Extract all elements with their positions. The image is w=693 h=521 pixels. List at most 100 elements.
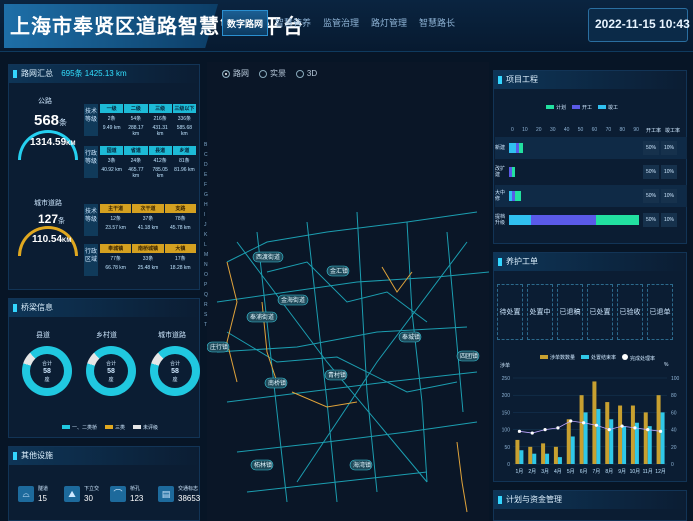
mode-road-network[interactable]: 路网 (222, 68, 249, 79)
table-cell: 412条 (153, 158, 167, 164)
tick-label: 70 (605, 127, 612, 133)
tab-smart-maintenance[interactable]: 智慧管养 (270, 10, 316, 36)
x-tick-label: 7月 (593, 469, 601, 475)
table-cell: 66.78 km (105, 265, 126, 271)
facilities-title: 其他设施 (9, 447, 199, 465)
facility-item: ▤ 交通标志 38653 (158, 484, 208, 504)
highway-tech-label: 技术等级 (84, 104, 98, 136)
road-summary-count: 695条 1425.13 km (61, 69, 127, 78)
table-cell: 336条 (177, 116, 192, 122)
orders-legend: 涉单数数量 处置结束率 完成处理率 (540, 354, 655, 362)
donut-unit: 座 (44, 377, 50, 383)
table-cell: 785.05 km (152, 167, 168, 179)
facility-label: 下立交 (84, 486, 100, 492)
table-cell: 37条 (142, 216, 154, 222)
tab-digital-road[interactable]: 数字路网 (222, 10, 268, 36)
y-tick-label: 250 (502, 376, 511, 382)
highway-label: 公路 (38, 98, 52, 105)
legend-label: 处置结束率 (591, 355, 617, 361)
tick-label: 20 (536, 127, 542, 133)
table-head: 县道 (148, 146, 172, 155)
highway-km-value: 1314.59 (30, 137, 67, 148)
orders-chart: 0 50 100 150 200 250 0 20 40 60 80 100 1月 2月 3月 4月 5月 6月 7… (502, 376, 680, 475)
col-head: 竣工率 (665, 128, 681, 134)
map-label: 四团镇 (460, 352, 478, 360)
legend-label: 三类 (115, 425, 126, 431)
donut-value: 58 (107, 368, 115, 375)
row-label: 提档升级 (495, 214, 506, 226)
status-handled[interactable]: 已处置 (587, 284, 613, 340)
done-rate: 10% (661, 141, 677, 155)
mode-label: 3D (306, 69, 318, 78)
mode-3d[interactable]: 3D (295, 69, 318, 78)
highway-admin-label: 行政等级 (84, 146, 98, 178)
done-rate: 10% (661, 189, 677, 203)
city-km: 110.54KM (32, 234, 71, 245)
road-network-svg[interactable]: 西渡街道 金汇镇 金海街道 青村镇 柘林镇 海湾镇 庄行镇 奉城镇 四团镇 南桥… (207, 62, 489, 521)
grid-letter: Q (204, 292, 208, 298)
x-tick-label: 10月 (630, 469, 641, 475)
map-label: 奉城镇 (402, 333, 420, 341)
grid-letter: O (204, 272, 208, 278)
tab-streetlight[interactable]: 路灯管理 (366, 10, 412, 36)
bar-handled (660, 412, 665, 464)
grid-letter: H (204, 202, 208, 208)
tunnel-icon: ⌓ (18, 486, 34, 502)
bridge-village-center: 合计 58 座 (94, 354, 128, 388)
status-returned-draft[interactable]: 已退稿 (557, 284, 583, 340)
x-tick-label: 3月 (541, 469, 549, 475)
x-tick-label: 2月 (528, 469, 536, 475)
donut-value: 58 (43, 368, 51, 375)
y2-tick-label: 20 (671, 445, 677, 451)
donut-sum-label: 合计 (169, 361, 180, 367)
mode-label: 实景 (269, 69, 286, 78)
facility-value: 30 (84, 494, 93, 503)
date-time: 2022-11-15 10:43 (595, 17, 690, 31)
facility-label: 隧道 (38, 486, 49, 492)
status-pending[interactable]: 待处置 (497, 284, 523, 340)
x-tick-label: 1月 (516, 469, 524, 475)
project-bar-plan (511, 167, 515, 177)
bar-handled (570, 436, 575, 464)
y-tick-label: 200 (502, 393, 511, 399)
tab-supervision[interactable]: 监管治理 (318, 10, 364, 36)
table-head: 奉城镇 (100, 244, 132, 253)
open-rate: 50% (643, 165, 659, 179)
legend-item: 未评级 (133, 424, 158, 431)
x-tick-label: 11月 (643, 469, 653, 475)
y-tick-label: 150 (502, 410, 511, 416)
map-label: 柘林镇 (254, 461, 272, 469)
project-row: 提档升级 50% 10% (495, 209, 687, 231)
facility-label: 交通标志 (178, 486, 199, 492)
road-map[interactable]: 西渡街道 金汇镇 金海街道 青村镇 柘林镇 海湾镇 庄行镇 奉城镇 四团镇 南桥… (207, 62, 489, 521)
table-head: 支路 (164, 204, 196, 213)
project-row: 新建 50% 10% (495, 137, 687, 159)
status-returned[interactable]: 已退单 (647, 284, 673, 340)
status-processing[interactable]: 处置中 (527, 284, 553, 340)
city-tech-table: 主干道 次干道 支路 12条 37条 78条 23.57 km 41.18 km… (100, 204, 196, 232)
project-bar-track (509, 191, 639, 201)
tick-label: 90 (633, 127, 639, 133)
table-cell: 9.49 km (102, 125, 121, 131)
project-bar-open (530, 215, 596, 225)
y-tick-label: 100 (502, 428, 511, 434)
city-admin-table: 奉城镇 南桥城镇 大镇 77条 33条 17条 66.78 km 25.48 k… (100, 244, 196, 272)
bar-count (656, 395, 661, 464)
grid-letter: C (204, 152, 208, 158)
legend-label: 竣工 (608, 105, 619, 111)
tick-label: 80 (619, 127, 626, 133)
bar-handled (583, 412, 588, 464)
table-cell: 78条 (175, 216, 186, 222)
status-accepted[interactable]: 已验收 (617, 284, 643, 340)
table-head: 次干道 (132, 204, 164, 213)
culvert-icon: ⌒ (110, 486, 126, 502)
map-label: 庄行镇 (210, 343, 228, 351)
tab-road-chief[interactable]: 智慧路长 (414, 10, 460, 36)
highway-km-unit: KM (66, 141, 76, 147)
grid-letter: T (204, 322, 208, 328)
grid-letter: F (204, 182, 208, 188)
grid-letter: J (204, 222, 207, 228)
radio-icon (222, 69, 230, 78)
table-cell: 81.96 km (174, 167, 195, 173)
mode-realscene[interactable]: 实景 (258, 68, 286, 79)
